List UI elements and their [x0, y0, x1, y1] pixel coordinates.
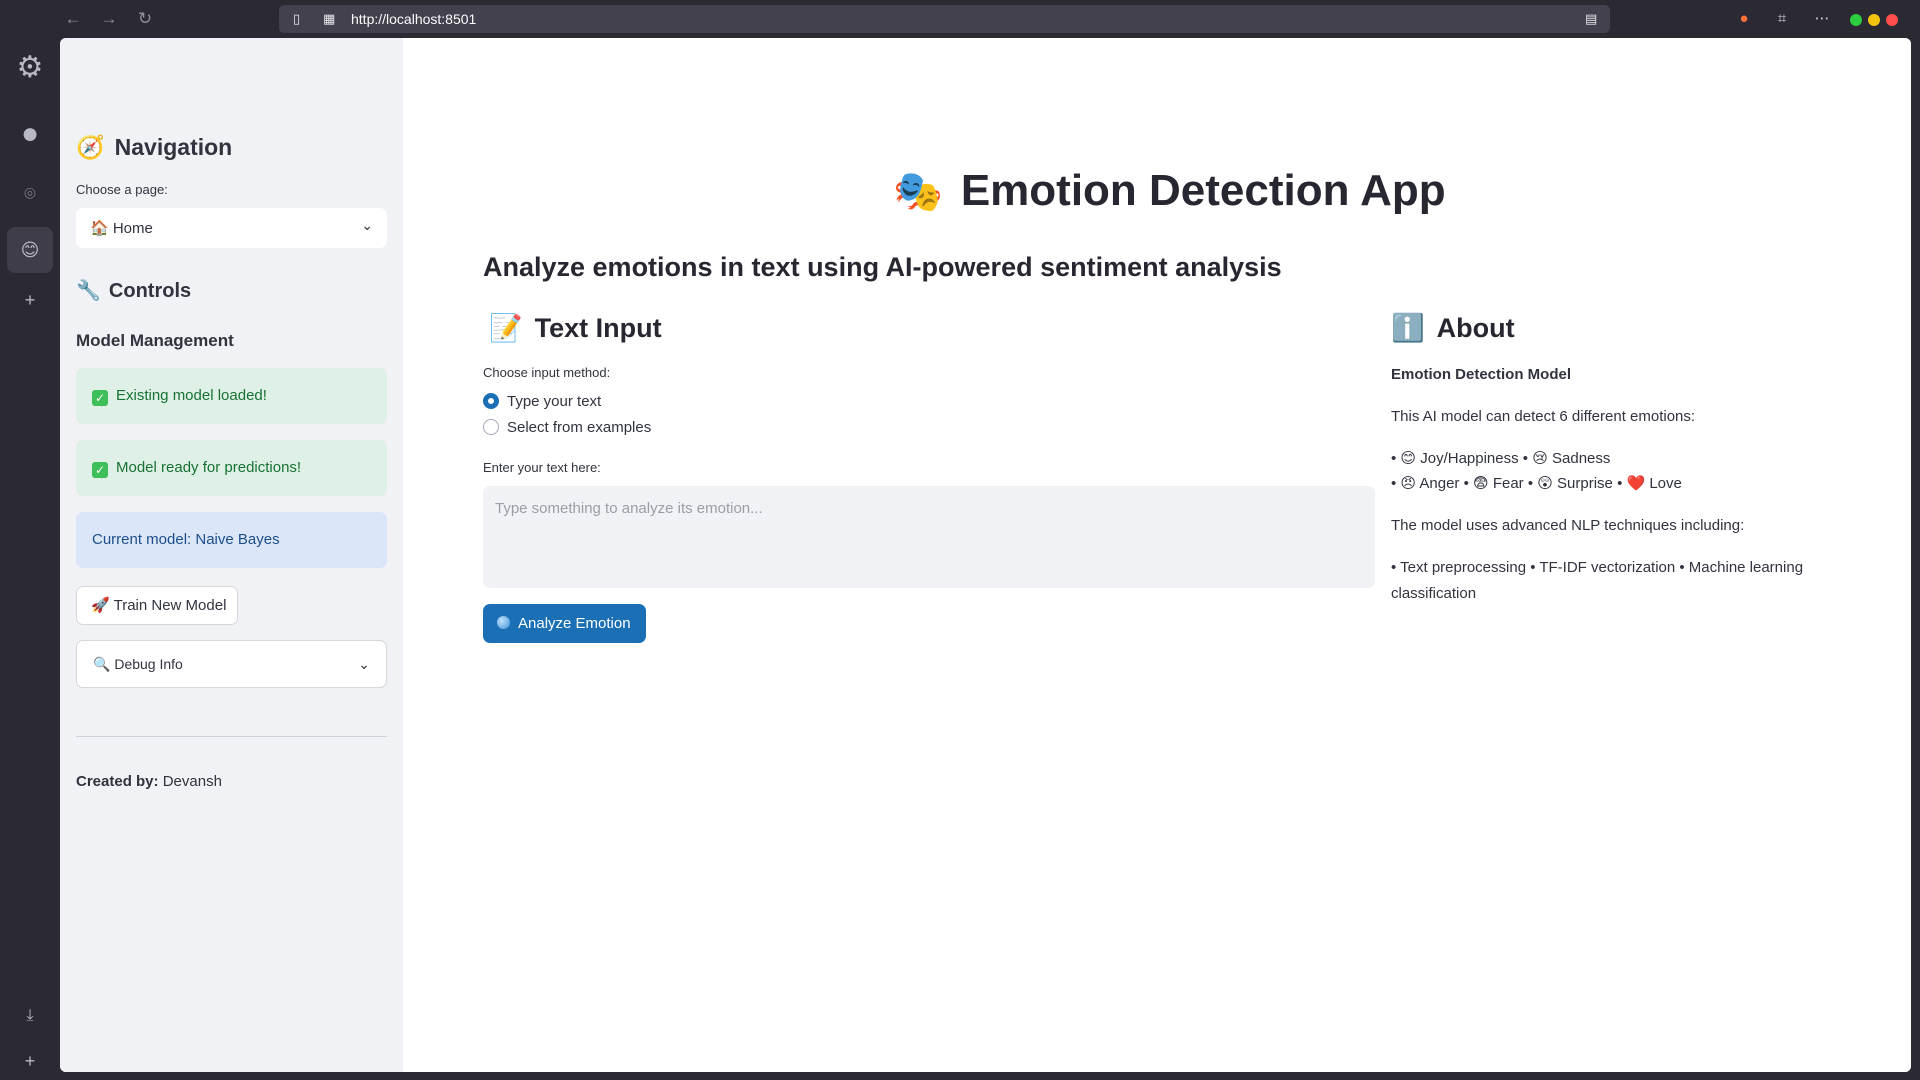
browser-toolbar: ← → ↻ ▯ ▦ http://localhost:8501 ▤ ● ⌗ ⋯ — [0, 0, 1920, 38]
firefox-account-icon[interactable]: ● — [1733, 8, 1755, 30]
model-title: Emotion Detection Model — [1391, 366, 1571, 383]
forward-icon[interactable]: → — [98, 8, 120, 30]
model-management-heading: Model Management — [76, 331, 234, 350]
sidebar: 🧭 Navigation Choose a page: 🏠 Home ⌄ 🔧 Con… — [60, 38, 403, 1072]
radio-unselected-icon — [483, 419, 499, 435]
model-ready-alert: ✓ Model ready for predictions! — [76, 440, 387, 496]
page-title: 🎭 Emotion Detection App — [893, 166, 1446, 215]
model-loaded-alert: ✓ Existing model loaded! — [76, 368, 387, 424]
train-new-model-button[interactable]: 🚀 Train New Model — [76, 586, 238, 625]
crystal-ball-icon — [497, 616, 510, 629]
created-by: Created by: Devansh — [76, 773, 222, 790]
emotions-line-2: • 😠 Anger • 😨 Fear • 😲 Surprise • ❤️ Lov… — [1391, 475, 1682, 492]
radio-select-examples[interactable]: Select from examples — [483, 419, 651, 436]
choose-page-label: Choose a page: — [76, 182, 168, 197]
radio-type-text[interactable]: Type your text — [483, 393, 601, 410]
emotion-app-tab-icon[interactable]: 😊 — [7, 227, 53, 273]
window-close-icon[interactable] — [1886, 14, 1898, 26]
about-intro: This AI model can detect 6 different emo… — [1391, 408, 1696, 425]
techniques-line-1: • Text preprocessing • TF-IDF vectorizat… — [1391, 559, 1804, 576]
chevron-down-icon: ⌄ — [361, 217, 373, 233]
sidebar-divider — [76, 736, 387, 737]
chevron-down-icon: ⌄ — [358, 656, 370, 672]
back-icon[interactable]: ← — [62, 8, 84, 30]
analyze-emotion-button[interactable]: Analyze Emotion — [483, 604, 646, 643]
url-text[interactable]: http://localhost:8501 — [351, 11, 476, 27]
about-heading: ℹ️ About — [1391, 313, 1515, 343]
window-minimize-icon[interactable] — [1868, 14, 1880, 26]
menu-overflow-icon[interactable]: ⋯ — [1811, 8, 1833, 30]
current-model-alert: Current model: Naive Bayes — [76, 512, 387, 568]
page-subtitle: Analyze emotions in text using AI-powere… — [483, 252, 1282, 282]
window-maximize-icon[interactable] — [1850, 14, 1862, 26]
theater-masks-icon: 🎭 — [893, 170, 943, 214]
controls-heading: 🔧 Controls — [76, 280, 192, 302]
rocket-icon: 🚀 — [91, 597, 110, 614]
techniques-line-2: classification — [1391, 585, 1477, 602]
check-icon: ✓ — [92, 462, 108, 478]
main-content: 🎭 Emotion Detection App Analyze emotions … — [403, 38, 1911, 1072]
page-select[interactable]: 🏠 Home ⌄ — [76, 208, 387, 248]
page-select-value: 🏠 Home — [90, 220, 153, 237]
add-panel-icon[interactable]: + — [7, 277, 53, 323]
compass-icon: 🧭 — [76, 134, 105, 160]
emotion-text-input[interactable]: Type something to analyze its emotion... — [483, 486, 1375, 588]
browser-sidebar-strip: ⚙ ● ◎ 😊 + ⤓ + — [0, 38, 60, 1080]
input-method-label: Choose input method: — [483, 365, 611, 380]
address-bar[interactable]: ▯ ▦ http://localhost:8501 ▤ — [279, 5, 1610, 33]
app-frame: 🧭 Navigation Choose a page: 🏠 Home ⌄ 🔧 Con… — [60, 38, 1911, 1072]
techniques-intro: The model uses advanced NLP techniques i… — [1391, 517, 1745, 534]
check-icon: ✓ — [92, 390, 108, 406]
debug-info-expander[interactable]: 🔍 Debug Info ⌄ — [76, 640, 387, 688]
reader-view-icon[interactable]: ▤ — [1585, 10, 1597, 28]
download-icon[interactable]: ⤓ — [7, 993, 53, 1039]
wrench-icon: 🔧 — [76, 280, 101, 302]
screenshot-icon[interactable]: ⌗ — [1771, 8, 1793, 30]
reload-icon[interactable]: ↻ — [134, 8, 156, 30]
memo-icon: 📝 — [489, 313, 523, 343]
github-icon[interactable]: ● — [7, 111, 53, 157]
navigation-heading: 🧭 Navigation — [76, 134, 233, 160]
extension-icon[interactable]: ◎ — [7, 169, 53, 215]
text-input-heading: 📝 Text Input — [489, 313, 662, 343]
site-info-icon[interactable]: ▦ — [323, 10, 335, 28]
info-icon: ℹ️ — [1391, 313, 1425, 343]
new-tab-icon[interactable]: + — [7, 1038, 53, 1080]
magnifier-icon: 🔍 — [93, 656, 111, 672]
emotions-line-1: • 😊 Joy/Happiness • 😢 Sadness — [1391, 450, 1611, 467]
page-icon: ▯ — [293, 11, 301, 26]
radio-selected-icon — [483, 393, 499, 409]
textarea-label: Enter your text here: — [483, 460, 601, 475]
settings-gear-icon[interactable]: ⚙ — [7, 45, 53, 91]
